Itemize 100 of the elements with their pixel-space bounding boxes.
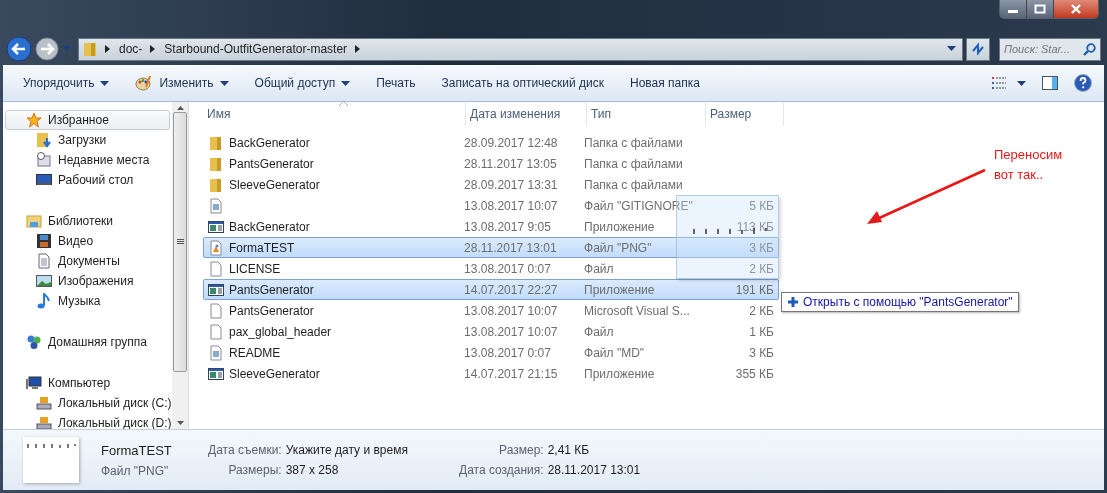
toolbar-button[interactable]: Общий доступ	[242, 72, 363, 94]
file-icon	[208, 197, 224, 214]
chevron-icon[interactable]	[355, 45, 362, 53]
chevron-icon[interactable]	[105, 45, 111, 53]
scroll-up-icon[interactable]	[176, 106, 184, 110]
file-row[interactable]: 13.08.2017 10:07 Файл "GITIGNORE" 5 КБ	[203, 195, 779, 216]
caret-icon[interactable]	[947, 46, 956, 52]
property-label: Размеры:	[227, 463, 282, 477]
file-row[interactable]: README 13.08.2017 0:07 Файл "MD" 3 КБ	[203, 342, 779, 363]
back-icon[interactable]	[6, 36, 32, 62]
file-icon	[208, 323, 224, 340]
computer-icon	[26, 375, 42, 391]
forward-icon[interactable]	[35, 37, 59, 61]
sidebar-group[interactable]: Избранное	[5, 110, 170, 130]
file-name: PantsGenerator	[229, 156, 314, 171]
file-icon	[208, 260, 224, 277]
homegroup-icon	[26, 334, 42, 350]
application-icon	[208, 218, 224, 235]
close-icon[interactable]	[1054, 0, 1098, 18]
image-file-icon	[208, 239, 224, 256]
file-row[interactable]: SleeveGenerator 28.09.2017 13:31 Папка с файлами	[203, 174, 779, 195]
sidebar-item[interactable]: Видео	[3, 231, 172, 251]
search-field[interactable]: Поиск: Star...	[999, 37, 1101, 61]
music-note-icon	[36, 293, 52, 309]
file-name: SleeveGenerator	[229, 177, 320, 192]
column-header[interactable]: Имя	[203, 102, 466, 126]
property-label: Дата создания:	[459, 463, 544, 477]
toolbar-button[interactable]: Записать на оптический диск	[429, 72, 616, 94]
date-text: 13.08.2017 10:07	[464, 324, 558, 339]
sidebar-item[interactable]: Рабочий стол	[3, 170, 172, 190]
search-icon[interactable]	[1083, 42, 1096, 56]
type-text: Приложение	[584, 366, 655, 381]
maximize-icon[interactable]	[1027, 0, 1054, 18]
file-row[interactable]: PantsGenerator 28.11.2017 13:05 Папка с файлами	[203, 153, 779, 174]
disk-drive-icon	[36, 395, 52, 411]
date-text: 28.11.2017 13:05	[464, 156, 557, 171]
sidebar-item[interactable]: Локальный диск (C:)	[3, 393, 172, 413]
sidebar-group[interactable]: Библиотеки	[5, 211, 170, 231]
star-icon	[26, 112, 42, 128]
sidebar-group[interactable]: Компьютер	[5, 373, 170, 393]
view-icon[interactable]	[992, 76, 1026, 90]
date-text: 28.09.2017 12:48	[464, 135, 558, 150]
date-text: 13.08.2017 10:07	[464, 198, 558, 213]
property-label: Размер:	[498, 443, 544, 457]
column-header[interactable]: Размер	[706, 102, 784, 126]
sidebar-item[interactable]: Музыка	[3, 291, 172, 311]
type-text: Файл "PNG"	[584, 240, 652, 255]
file-row[interactable]: pax_global_header 13.08.2017 10:07 Файл 1 КБ	[203, 321, 779, 342]
type-text: Приложение	[584, 282, 655, 297]
file-row[interactable]: SleeveGenerator 14.07.2017 21:15 Приложение 355 КБ	[203, 363, 779, 384]
refresh-button[interactable]	[966, 37, 990, 61]
scroll-thumb[interactable]	[173, 112, 187, 372]
address-bar[interactable]: doc- Starbound-OutfitGenerator-master	[78, 37, 963, 61]
file-name: BackGenerator	[229, 219, 310, 234]
help-icon[interactable]	[1074, 74, 1092, 92]
sidebar-item[interactable]: Изображения	[3, 271, 172, 291]
type-text: Папка с файлами	[584, 156, 683, 171]
column-header[interactable]: Дата изменения	[466, 102, 587, 126]
file-name: FormaTEST	[101, 442, 173, 458]
file-row[interactable]: FormaTEST 28.11.2017 13:01 Файл "PNG" 3 КБ	[203, 237, 779, 258]
file-name: PantsGenerator	[229, 303, 314, 318]
sidebar-item[interactable]: Недавние места	[3, 150, 172, 170]
file-row[interactable]: BackGenerator 28.09.2017 12:48 Папка с файлами	[203, 132, 779, 153]
file-icon	[208, 302, 224, 319]
column-header[interactable]: Тип	[587, 102, 706, 126]
annotation-text: Переносим вот так..	[994, 146, 1063, 184]
minimize-icon[interactable]	[1000, 0, 1027, 18]
sidebar-item[interactable]: Загрузки	[3, 130, 172, 150]
toolbar-button[interactable]: Новая папка	[618, 72, 712, 94]
date-text: 13.08.2017 9:05	[464, 219, 551, 234]
size-text: 1 КБ	[749, 324, 774, 339]
palette-icon	[135, 75, 154, 91]
date-text: 13.08.2017 10:07	[464, 303, 558, 318]
file-name: pax_global_header	[229, 324, 332, 339]
toolbar-button[interactable]: Изменить	[123, 71, 241, 95]
preview-pane-icon[interactable]	[1042, 76, 1058, 90]
date-text: 14.07.2017 22:27	[464, 282, 558, 297]
folder-icon	[208, 155, 224, 172]
toolbar-button[interactable]: Печать	[364, 72, 428, 94]
breadcrumb[interactable]: Starbound-OutfitGenerator-master	[164, 42, 348, 56]
size-text: 355 КБ	[735, 366, 774, 381]
file-row[interactable]: BackGenerator 13.08.2017 9:05 Приложение 113 КБ	[203, 216, 779, 237]
date-text: 14.07.2017 21:15	[464, 366, 558, 381]
property-value: 387 x 258	[285, 463, 340, 477]
chevron-icon[interactable]	[150, 45, 157, 53]
sidebar-item[interactable]: Документы	[3, 251, 172, 271]
scrollbar[interactable]	[172, 102, 188, 429]
type-text: Папка с файлами	[584, 135, 683, 150]
file-row[interactable]: PantsGenerator 14.07.2017 22:27 Приложение 191 КБ	[203, 279, 779, 300]
disk-drive-icon	[36, 415, 52, 431]
date-text: 13.08.2017 0:07	[464, 345, 551, 360]
sidebar-group[interactable]: Домашняя группа	[5, 332, 170, 352]
sidebar-item[interactable]: Локальный диск (D:)	[3, 413, 172, 433]
date-text: 28.09.2017 13:31	[464, 177, 558, 192]
file-row[interactable]: PantsGenerator 13.08.2017 10:07 Microsoft Visual S... 2 КБ	[203, 300, 779, 321]
property-value: Укажите дату и время	[285, 443, 409, 457]
scroll-down-icon[interactable]	[176, 421, 184, 425]
toolbar-button[interactable]: Упорядочить	[11, 72, 122, 94]
breadcrumb[interactable]: doc-	[119, 42, 143, 56]
folder-icon	[208, 134, 224, 151]
